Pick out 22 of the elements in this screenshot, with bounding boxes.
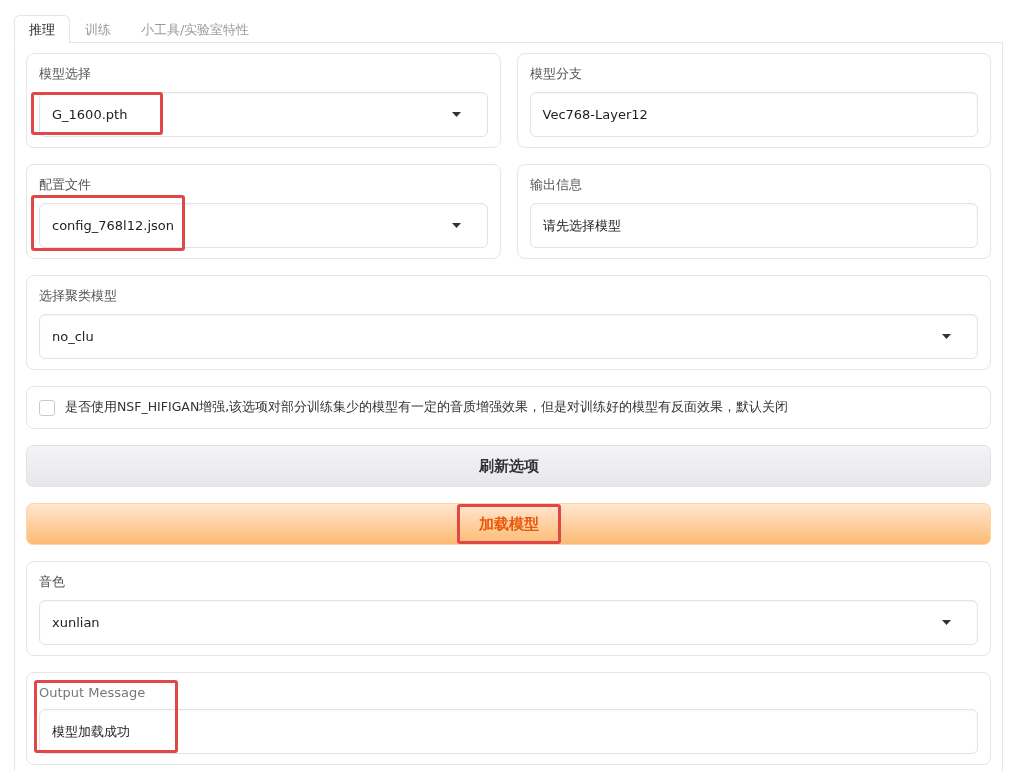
checkbox-label: 是否使用NSF_HIFIGAN增强,该选项对部分训练集少的模型有一定的音质增强效果，但是对训练好的模型有反面效果，默认关闭 <box>65 399 789 416</box>
field-label: 配置文件 <box>39 176 92 194</box>
dropdown[interactable]: xunlian <box>39 600 978 645</box>
field-label: 模型分支 <box>529 65 583 83</box>
caret-icon <box>451 112 461 117</box>
checkbox[interactable] <box>39 399 55 416</box>
caret-icon <box>451 223 461 228</box>
text-field[interactable]: 模型加载成功 <box>39 709 978 754</box>
caret-icon <box>942 334 951 339</box>
dropdown[interactable]: no_clu <box>39 314 978 359</box>
text-field[interactable]: Vec768-Layer12 <box>529 92 978 137</box>
field-label: 选择聚类模型 <box>39 287 118 305</box>
dropdown[interactable]: config_768l12.json <box>39 203 488 248</box>
field-label: 音色 <box>39 573 66 591</box>
dropdown[interactable]: G_1600.pth <box>39 92 488 137</box>
caret-icon <box>942 620 951 625</box>
refresh-button[interactable]: 刷新选项 <box>26 445 991 487</box>
text-field[interactable]: 请先选择模型 <box>529 203 978 248</box>
field-label: 输出信息 <box>529 176 583 194</box>
field-label: 模型选择 <box>39 65 92 83</box>
field-label: Output Message <box>39 685 147 700</box>
tab[interactable]: 推理 <box>14 15 70 44</box>
